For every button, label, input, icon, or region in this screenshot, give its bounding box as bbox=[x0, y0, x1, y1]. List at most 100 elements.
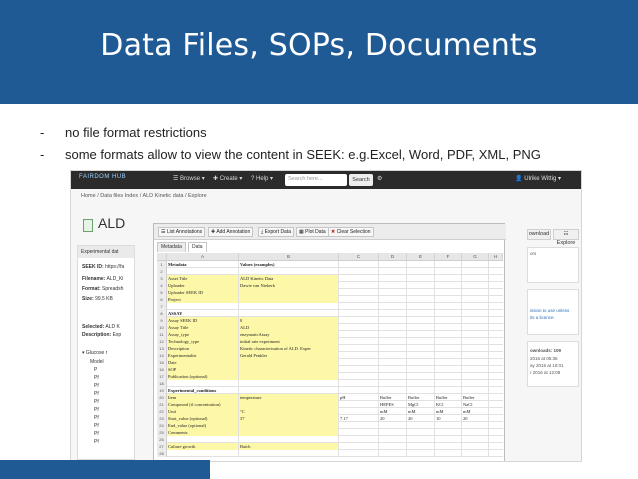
tab-data[interactable]: Data bbox=[188, 242, 207, 252]
table-cell[interactable] bbox=[462, 282, 489, 289]
table-cell[interactable]: NaCl bbox=[462, 401, 489, 408]
table-cell[interactable] bbox=[435, 359, 462, 366]
table-cell[interactable] bbox=[239, 268, 339, 275]
table-cell[interactable]: Description bbox=[167, 345, 239, 352]
row-number[interactable]: 14 bbox=[157, 352, 167, 359]
table-cell[interactable]: Assay Title bbox=[167, 324, 239, 331]
table-cell[interactable]: Unit bbox=[167, 408, 239, 415]
table-cell[interactable] bbox=[435, 352, 462, 359]
table-cell[interactable]: ALD Kinetic Data bbox=[239, 275, 339, 282]
row-number[interactable]: 23 bbox=[157, 415, 167, 422]
row-number[interactable]: 22 bbox=[157, 408, 167, 415]
table-cell[interactable] bbox=[435, 436, 462, 443]
table-cell[interactable] bbox=[462, 275, 489, 282]
table-cell[interactable]: Project bbox=[167, 296, 239, 303]
clear-selection-button[interactable]: ✖ Clear Selection bbox=[328, 227, 374, 237]
tree-item[interactable]: Pf bbox=[94, 423, 99, 429]
table-cell[interactable] bbox=[435, 366, 462, 373]
column-header[interactable]: F bbox=[435, 253, 462, 261]
column-header[interactable]: A bbox=[167, 253, 239, 261]
table-cell[interactable] bbox=[379, 324, 407, 331]
row-number[interactable]: 26 bbox=[157, 436, 167, 443]
table-cell[interactable]: initial rate experiment bbox=[239, 338, 339, 345]
table-cell[interactable] bbox=[239, 436, 339, 443]
breadcrumb[interactable]: Home / Data files Index / ALD Kinetic da… bbox=[81, 193, 207, 203]
table-cell[interactable] bbox=[379, 261, 407, 268]
table-cell[interactable] bbox=[435, 324, 462, 331]
table-cell[interactable]: HEPES bbox=[379, 401, 407, 408]
table-cell[interactable] bbox=[379, 359, 407, 366]
table-cell[interactable] bbox=[462, 373, 489, 380]
table-cell[interactable]: Buffer bbox=[379, 394, 407, 401]
table-cell[interactable] bbox=[407, 296, 435, 303]
table-cell[interactable] bbox=[435, 310, 462, 317]
user-menu[interactable]: 👤 Ulrike Wittig ▾ bbox=[515, 175, 561, 182]
row-number[interactable]: 11 bbox=[157, 331, 167, 338]
row-number[interactable]: 13 bbox=[157, 345, 167, 352]
row-number[interactable]: 10 bbox=[157, 324, 167, 331]
table-cell[interactable] bbox=[407, 268, 435, 275]
table-cell[interactable]: Kinetic characterisation of ALD. Exper bbox=[239, 345, 339, 352]
table-cell[interactable]: Technology_type bbox=[167, 338, 239, 345]
table-cell[interactable] bbox=[239, 296, 339, 303]
table-cell[interactable] bbox=[339, 331, 379, 338]
table-cell[interactable] bbox=[462, 359, 489, 366]
table-cell[interactable] bbox=[339, 261, 379, 268]
table-cell[interactable] bbox=[462, 331, 489, 338]
table-cell[interactable] bbox=[407, 380, 435, 387]
table-cell[interactable] bbox=[462, 289, 489, 296]
table-cell[interactable] bbox=[462, 380, 489, 387]
table-cell[interactable] bbox=[462, 303, 489, 310]
table-cell[interactable] bbox=[379, 303, 407, 310]
tree-item[interactable]: Pf bbox=[94, 383, 99, 389]
table-cell[interactable] bbox=[407, 422, 435, 429]
table-cell[interactable] bbox=[407, 359, 435, 366]
row-number[interactable]: 9 bbox=[157, 317, 167, 324]
table-cell[interactable] bbox=[407, 373, 435, 380]
table-cell[interactable] bbox=[379, 436, 407, 443]
browse-menu[interactable]: ☰ Browse ▾ bbox=[173, 175, 205, 182]
table-cell[interactable] bbox=[379, 352, 407, 359]
table-cell[interactable] bbox=[167, 303, 239, 310]
table-cell[interactable] bbox=[239, 373, 339, 380]
row-number[interactable]: 15 bbox=[157, 359, 167, 366]
table-cell[interactable] bbox=[435, 303, 462, 310]
table-cell[interactable] bbox=[379, 275, 407, 282]
table-cell[interactable] bbox=[339, 408, 379, 415]
row-number[interactable]: 5 bbox=[157, 289, 167, 296]
table-cell[interactable] bbox=[239, 303, 339, 310]
table-cell[interactable] bbox=[339, 324, 379, 331]
table-cell[interactable] bbox=[239, 380, 339, 387]
table-cell[interactable] bbox=[435, 345, 462, 352]
column-header[interactable]: G bbox=[462, 253, 489, 261]
table-cell[interactable] bbox=[339, 303, 379, 310]
row-number[interactable]: 8 bbox=[157, 310, 167, 317]
row-number[interactable]: 25 bbox=[157, 429, 167, 436]
tree-item[interactable]: Pf bbox=[94, 399, 99, 405]
table-cell[interactable] bbox=[462, 366, 489, 373]
table-cell[interactable] bbox=[407, 387, 435, 394]
table-cell[interactable]: Assay_type bbox=[167, 331, 239, 338]
table-cell[interactable]: Uploader bbox=[167, 282, 239, 289]
tree-item[interactable]: Pf bbox=[94, 431, 99, 437]
table-cell[interactable]: End_value (optional) bbox=[167, 422, 239, 429]
table-cell[interactable] bbox=[435, 450, 462, 457]
tree-item[interactable]: Pf bbox=[94, 415, 99, 421]
table-cell[interactable]: temperature bbox=[239, 394, 339, 401]
table-cell[interactable]: enzymaticAssay bbox=[239, 331, 339, 338]
explore-button[interactable]: ☷ Explore bbox=[553, 229, 579, 246]
table-cell[interactable] bbox=[167, 268, 239, 275]
table-cell[interactable]: Asset Title bbox=[167, 275, 239, 282]
table-cell[interactable]: 20 bbox=[462, 415, 489, 422]
table-cell[interactable] bbox=[435, 338, 462, 345]
table-cell[interactable] bbox=[379, 317, 407, 324]
column-header[interactable]: D bbox=[379, 253, 407, 261]
table-cell[interactable] bbox=[435, 380, 462, 387]
table-cell[interactable] bbox=[379, 296, 407, 303]
table-cell[interactable]: 0 bbox=[239, 317, 339, 324]
gear-icon[interactable]: ⚙ bbox=[377, 175, 382, 182]
table-cell[interactable] bbox=[407, 261, 435, 268]
table-cell[interactable] bbox=[239, 366, 339, 373]
table-cell[interactable] bbox=[167, 436, 239, 443]
tree-item[interactable]: Pf bbox=[94, 375, 99, 381]
